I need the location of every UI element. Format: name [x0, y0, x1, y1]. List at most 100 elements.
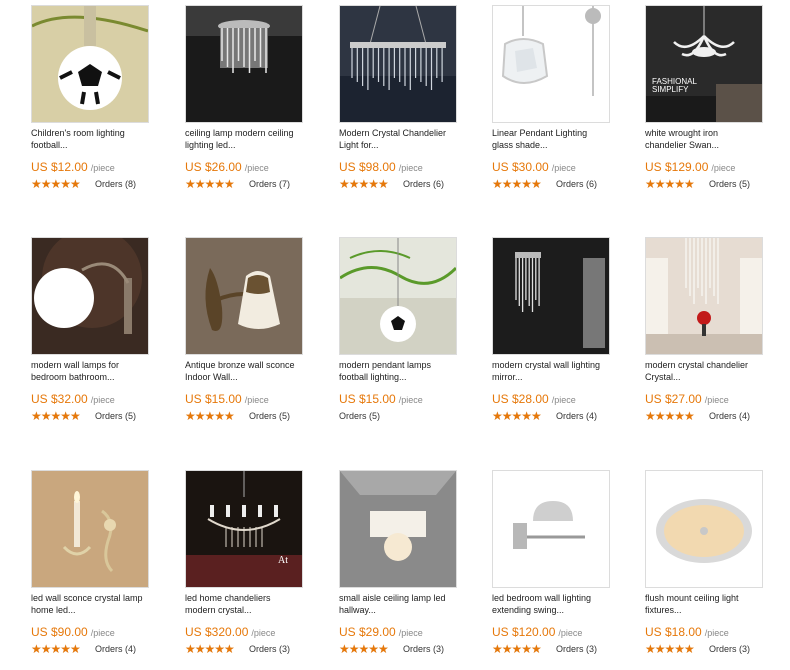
- product-price: US $320.00/piece: [185, 623, 275, 641]
- product-image[interactable]: [339, 5, 457, 123]
- product-meta: ★★★★★ ★★★★★ Orders (3): [339, 643, 444, 655]
- star-rating-icon: ★★★★★ ★★★★★: [645, 642, 695, 656]
- price-amount: US $12.00: [31, 160, 88, 174]
- star-rating-icon: ★★★★★ ★★★★★: [31, 642, 81, 656]
- product-image[interactable]: [492, 470, 610, 588]
- orders-count[interactable]: Orders (6): [403, 178, 444, 190]
- overlay-text: SIMPLIFY: [652, 85, 689, 94]
- product-meta: ★★★★★ ★★★★★ Orders (5): [645, 178, 750, 190]
- product-title-link[interactable]: led bedroom wall lighting extending swing…: [492, 592, 622, 616]
- star-rating-icon: ★★★★★ ★★★★★: [185, 642, 235, 656]
- product-meta: ★★★★★ ★★★★★ Orders (3): [492, 643, 597, 655]
- overlay-text: At: [278, 555, 288, 566]
- product-title-link[interactable]: ceiling lamp modern ceiling lighting led.…: [185, 127, 315, 151]
- product-title-line1: led bedroom wall lighting: [492, 593, 592, 603]
- price-unit: /piece: [704, 628, 729, 638]
- price-amount: US $28.00: [492, 392, 549, 406]
- price-amount: US $27.00: [645, 392, 702, 406]
- product-title-link[interactable]: small aisle ceiling lamp led hallway...: [339, 592, 469, 616]
- product-price: US $30.00/piece: [492, 158, 576, 176]
- product-image[interactable]: [185, 5, 303, 123]
- product-title-link[interactable]: Antique bronze wall sconce Indoor Wall...: [185, 359, 315, 383]
- star-rating-icon: ★★★★★ ★★★★★: [185, 177, 235, 191]
- price-unit: /piece: [90, 628, 115, 638]
- product-price: US $90.00/piece: [31, 623, 115, 641]
- orders-count[interactable]: Orders (8): [95, 178, 136, 190]
- product-price: US $15.00/piece: [339, 390, 423, 408]
- product-image[interactable]: [31, 237, 149, 355]
- price-amount: US $90.00: [31, 625, 88, 639]
- product-title-line1: Modern Crystal Chandelier: [339, 128, 447, 138]
- price-amount: US $320.00: [185, 625, 249, 639]
- product-image[interactable]: [339, 237, 457, 355]
- product-meta: ★★★★★ ★★★★★ Orders (4): [645, 410, 750, 422]
- price-unit: /piece: [90, 163, 115, 173]
- price-unit: /piece: [90, 395, 115, 405]
- star-rating-icon: ★★★★★ ★★★★★: [31, 409, 81, 423]
- product-title-line2: hallway...: [339, 605, 376, 615]
- product-title-link[interactable]: flush mount ceiling light fixtures...: [645, 592, 775, 616]
- product-meta: ★★★★★ ★★★★★ Orders (4): [31, 643, 136, 655]
- orders-count[interactable]: Orders (4): [95, 643, 136, 655]
- product-title-line2: glass shade...: [492, 140, 548, 150]
- product-price: US $26.00/piece: [185, 158, 269, 176]
- product-image[interactable]: FASHIONAL SIMPLIFY: [645, 5, 763, 123]
- product-title-line2: fixtures...: [645, 605, 682, 615]
- product-title-line1: modern pendant lamps: [339, 360, 432, 370]
- product-title-link[interactable]: modern pendant lamps football lighting...: [339, 359, 469, 383]
- product-price: US $120.00/piece: [492, 623, 582, 641]
- product-title-line1: led home chandeliers: [185, 593, 271, 603]
- product-meta: ★★★★★ ★★★★★ Orders (6): [492, 178, 597, 190]
- product-title-line1: modern wall lamps for: [31, 360, 120, 370]
- product-title-line1: Antique bronze wall sconce: [185, 360, 295, 370]
- product-price: US $32.00/piece: [31, 390, 115, 408]
- orders-count[interactable]: Orders (5): [95, 410, 136, 422]
- product-title-link[interactable]: Children's room lighting football...: [31, 127, 161, 151]
- crystal-ceiling-lamp-photo: [186, 6, 302, 122]
- product-title-link[interactable]: modern crystal wall lighting mirror...: [492, 359, 622, 383]
- crystal-wall-light-photo: [493, 238, 609, 354]
- product-image[interactable]: [645, 470, 763, 588]
- orders-count[interactable]: Orders (4): [556, 410, 597, 422]
- star-rating-icon: ★★★★★ ★★★★★: [492, 409, 542, 423]
- star-rating-icon: ★★★★★ ★★★★★: [339, 177, 389, 191]
- orders-count[interactable]: Orders (4): [709, 410, 750, 422]
- price-amount: US $29.00: [339, 625, 396, 639]
- product-image[interactable]: [645, 237, 763, 355]
- orders-count[interactable]: Orders (3): [556, 643, 597, 655]
- product-title-line1: Linear Pendant Lighting: [492, 128, 588, 138]
- orders-count[interactable]: Orders (5): [339, 410, 380, 422]
- orders-count[interactable]: Orders (3): [249, 643, 290, 655]
- price-amount: US $15.00: [185, 392, 242, 406]
- product-image[interactable]: [31, 5, 149, 123]
- product-image[interactable]: [185, 237, 303, 355]
- crystal-chandelier-photo: [340, 6, 456, 122]
- orders-count[interactable]: Orders (6): [556, 178, 597, 190]
- product-title-line2: Indoor Wall...: [185, 372, 238, 382]
- product-image[interactable]: At: [185, 470, 303, 588]
- product-title-link[interactable]: Modern Crystal Chandelier Light for...: [339, 127, 469, 151]
- product-title-line2: extending swing...: [492, 605, 565, 615]
- product-title-link[interactable]: modern wall lamps for bedroom bathroom...: [31, 359, 161, 383]
- hanging-crystal-photo: [646, 238, 762, 354]
- price-unit: /piece: [551, 163, 576, 173]
- product-image[interactable]: [492, 5, 610, 123]
- orders-count[interactable]: Orders (3): [709, 643, 750, 655]
- product-image[interactable]: [492, 237, 610, 355]
- orders-count[interactable]: Orders (3): [403, 643, 444, 655]
- product-title-link[interactable]: modern crystal chandelier Crystal...: [645, 359, 775, 383]
- product-title-link[interactable]: led wall sconce crystal lamp home led...: [31, 592, 161, 616]
- product-title-line2: football...: [31, 140, 68, 150]
- product-title-link[interactable]: led home chandeliers modern crystal...: [185, 592, 315, 616]
- star-rating-icon: ★★★★★ ★★★★★: [185, 409, 235, 423]
- orders-count[interactable]: Orders (5): [249, 410, 290, 422]
- orders-count[interactable]: Orders (7): [249, 178, 290, 190]
- product-title-line1: small aisle ceiling lamp led: [339, 593, 446, 603]
- product-image[interactable]: [31, 470, 149, 588]
- star-rating-icon: ★★★★★ ★★★★★: [339, 642, 389, 656]
- product-image[interactable]: [339, 470, 457, 588]
- orders-count[interactable]: Orders (5): [709, 178, 750, 190]
- product-title-link[interactable]: white wrought iron chandelier Swan...: [645, 127, 775, 151]
- product-price: US $28.00/piece: [492, 390, 576, 408]
- product-title-link[interactable]: Linear Pendant Lighting glass shade...: [492, 127, 622, 151]
